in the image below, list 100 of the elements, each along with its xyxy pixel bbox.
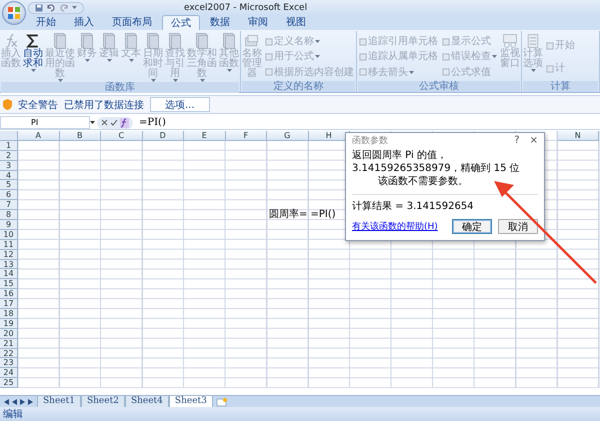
ribbon-button[interactable]: 公式求值	[442, 66, 497, 78]
dialog-button[interactable]: 确定	[452, 219, 492, 234]
window-title: excel2007 - Microsoft Excel	[184, 2, 308, 12]
row-header: 12	[0, 250, 18, 260]
help-link[interactable]: 有关该函数的帮助(H)	[352, 220, 438, 233]
caret-icon	[409, 70, 414, 74]
group-title: 计算	[523, 81, 598, 92]
row-header: 13	[0, 260, 18, 270]
row-header: 11	[0, 240, 18, 250]
help-button[interactable]: ?	[514, 134, 520, 146]
row-header: 17	[0, 299, 18, 310]
name-box[interactable]: PI	[0, 116, 90, 129]
column-header: N	[558, 131, 599, 141]
row-header: 20	[0, 328, 18, 339]
row-header: 10	[0, 230, 18, 240]
ribbon-button[interactable]: 定义名称	[265, 36, 354, 48]
book-icon	[54, 33, 66, 49]
formula-tool-icon	[546, 64, 554, 72]
security-warning-title: 安全警告	[18, 98, 58, 112]
row-header: 24	[0, 368, 18, 378]
caret-icon	[90, 121, 95, 124]
book-icon	[196, 33, 208, 49]
row-header: 2	[0, 150, 18, 161]
row-header: 7	[0, 200, 18, 210]
ribbon-button[interactable]: 移去箭头	[359, 66, 438, 78]
caret-icon	[315, 55, 320, 58]
ribbon-button[interactable]: 开始	[546, 40, 575, 51]
ribbon-tab[interactable]: 视图	[278, 15, 314, 30]
ribbon-button[interactable]: 错误检查	[442, 51, 497, 62]
ribbon-button[interactable]: 用于公式	[265, 51, 354, 62]
row-header: 19	[0, 318, 18, 329]
status-mode: 编辑	[3, 408, 23, 421]
cancel-icon[interactable]	[101, 119, 108, 126]
column-header: E	[184, 131, 226, 141]
row-header: 3	[0, 160, 18, 171]
row-header: 1	[0, 140, 18, 151]
ribbon-button[interactable]: 追踪引用单元格	[359, 36, 438, 48]
security-warning-message: 已禁用了数据连接	[64, 98, 144, 112]
row-header: 9	[0, 220, 18, 230]
ribbon-button[interactable]: 显示公式	[442, 36, 497, 48]
row-header: 15	[0, 279, 18, 290]
sigma-icon	[26, 33, 40, 49]
ribbon-tab[interactable]: 开始	[28, 15, 64, 30]
row-header: 23	[0, 358, 18, 368]
row-header: 5	[0, 180, 18, 190]
shield-icon	[3, 99, 12, 110]
column-header: G	[267, 131, 308, 141]
options-button[interactable]: 选项...	[150, 97, 210, 112]
book-icon	[81, 33, 93, 49]
caret-icon	[30, 69, 36, 72]
ribbon-button[interactable]: 根据所选内容创建	[265, 66, 354, 78]
column-header: A	[18, 131, 60, 141]
ribbon-button[interactable]: 计	[546, 63, 575, 74]
result-text: 计算结果 = 3.141592654	[352, 200, 475, 213]
sheet-tab[interactable]: Sheet2	[80, 396, 125, 408]
dialog-title: 函数参数	[352, 134, 389, 146]
caret-icon	[315, 40, 320, 44]
caret-icon	[106, 59, 112, 62]
column-header: F	[226, 131, 267, 141]
office-logo-icon	[7, 6, 21, 20]
formula-input[interactable]: =PI()	[139, 117, 166, 128]
ribbon-tab[interactable]: 公式	[162, 15, 200, 30]
function-icon	[3, 33, 19, 49]
row-header: 22	[0, 348, 18, 358]
row-header: 6	[0, 190, 18, 200]
ribbon-button[interactable]: 自动求和	[23, 33, 43, 82]
sheet-tab[interactable]: Sheet3	[168, 396, 213, 408]
ribbon-tab[interactable]: 审阅	[240, 15, 276, 30]
function-description: 返回圆周率 Pi 的值，3.14159265358979，精确到 15 位	[352, 149, 521, 175]
undo-icon[interactable]	[46, 4, 56, 12]
select-all-corner	[0, 131, 18, 141]
book-icon	[103, 33, 115, 49]
column-header: C	[101, 131, 142, 141]
caret-icon	[492, 55, 497, 58]
formula-tool-icon	[546, 42, 554, 50]
dialog-button[interactable]: 取消	[498, 219, 538, 234]
sheet-tab[interactable]: Sheet1	[37, 396, 81, 408]
row-header: 4	[0, 170, 18, 180]
row-header: 25	[0, 378, 18, 388]
name-manager-icon	[244, 33, 260, 49]
book-icon	[147, 33, 159, 49]
row-header: 21	[0, 338, 18, 349]
caret-icon	[226, 69, 232, 72]
insert-function-icon[interactable]	[120, 118, 129, 128]
group-title: 公式审核	[358, 81, 520, 92]
calculator-icon	[526, 33, 540, 49]
close-button[interactable]: ×	[530, 134, 538, 146]
table-cell-text: 圆周率=	[268, 210, 308, 220]
caret-icon	[72, 6, 77, 9]
function-note: 该函数不需要参数。	[377, 175, 469, 188]
save-icon[interactable]	[35, 4, 43, 12]
ribbon-tab[interactable]: 插入	[66, 15, 102, 30]
check-icon[interactable]	[110, 119, 118, 126]
ribbon-tab[interactable]: 数据	[202, 15, 238, 30]
book-icon	[223, 33, 235, 49]
row-header: 14	[0, 269, 18, 280]
book-icon	[169, 33, 181, 49]
ribbon-button[interactable]: 追踪从属单元格	[359, 51, 438, 62]
ribbon-tab[interactable]: 页面布局	[104, 15, 160, 30]
sheet-tab[interactable]: Sheet4	[124, 396, 169, 408]
